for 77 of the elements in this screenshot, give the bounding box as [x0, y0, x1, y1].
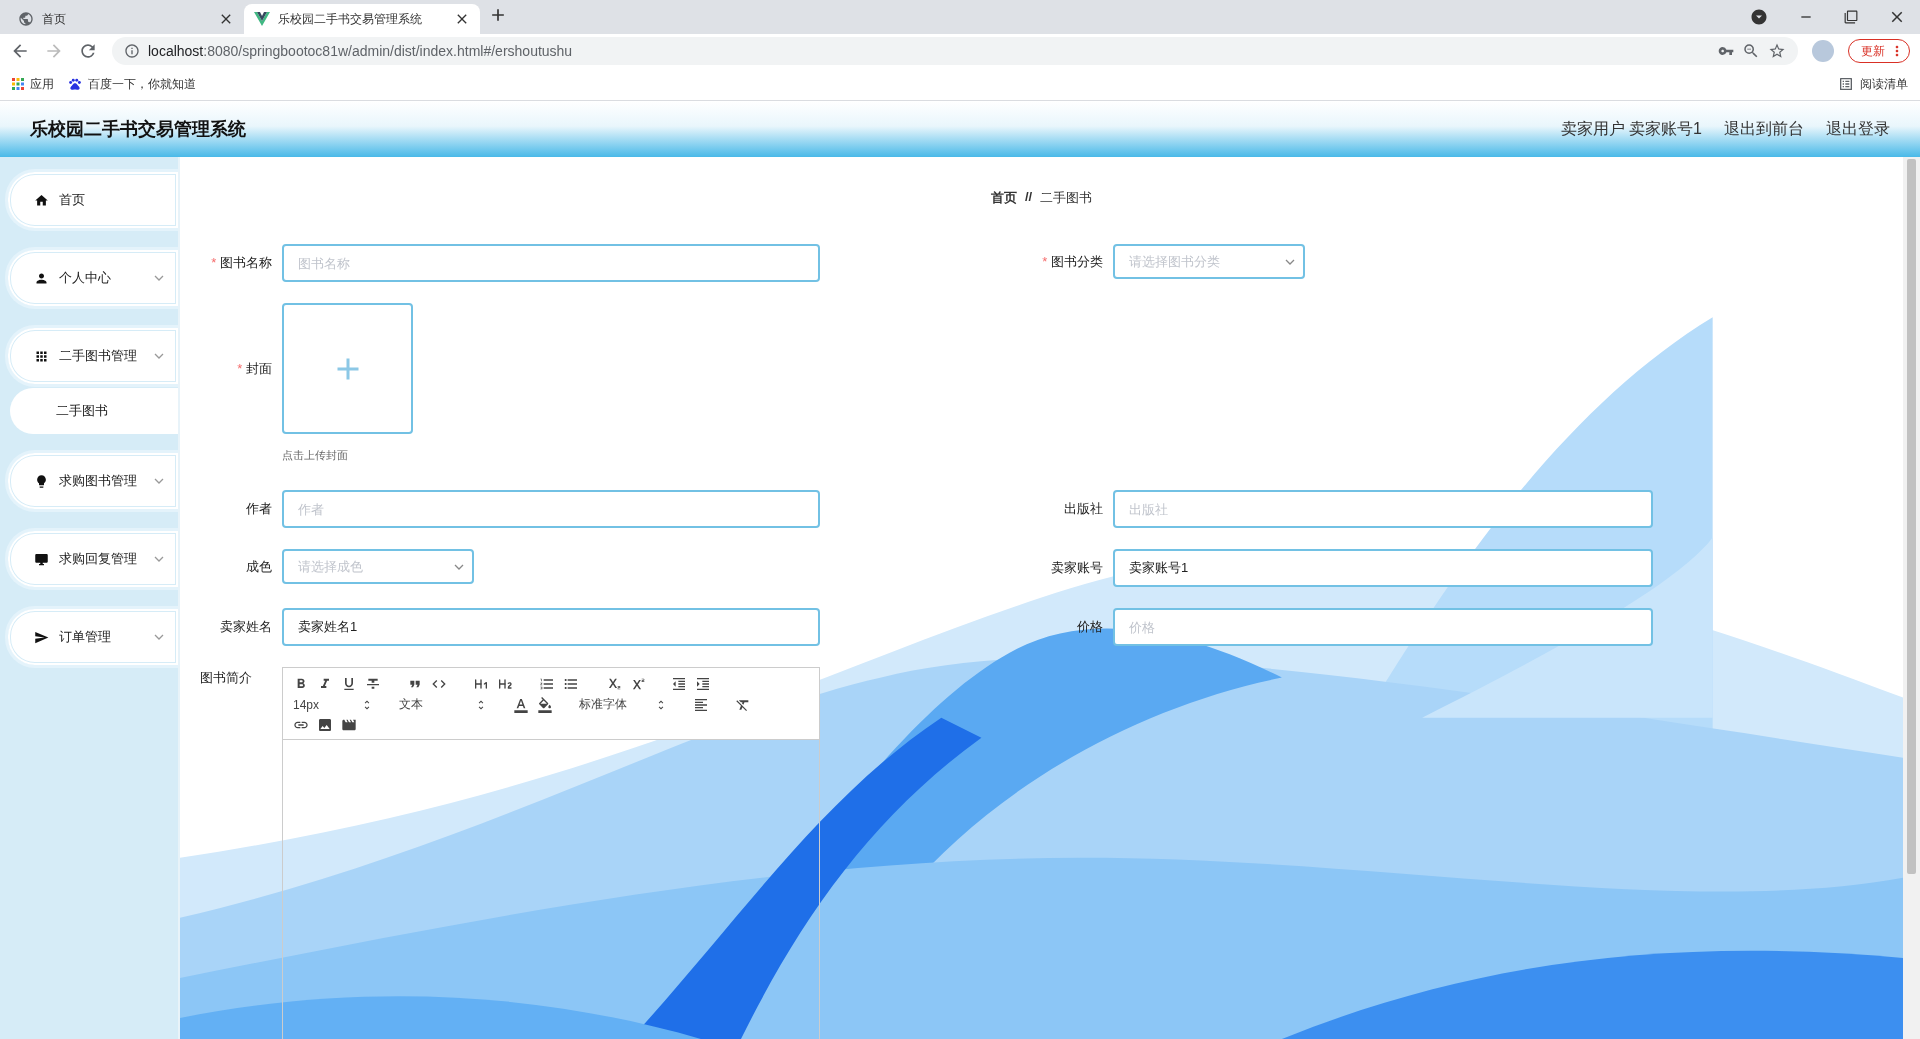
chevron-down-icon — [454, 563, 464, 570]
home-icon — [34, 192, 49, 208]
bullet-list-icon[interactable] — [563, 676, 579, 692]
input-field[interactable]: 图书名称 — [282, 244, 820, 282]
address-bar[interactable]: localhost:8080/springbootoc81w/admin/dist/index.html#/ershoutushu — [112, 37, 1798, 65]
send-icon — [34, 629, 49, 645]
upload-hint: 点击上传封面 — [282, 448, 349, 463]
field-label: 价格 — [1077, 618, 1103, 636]
font-size-picker[interactable]: 14px — [293, 697, 373, 712]
field-label: 出版社 — [1064, 500, 1103, 518]
background-color-icon[interactable] — [537, 696, 553, 713]
lightbulb-icon — [34, 473, 49, 489]
sidebar-item[interactable]: 求购回复管理 — [5, 528, 178, 590]
sidebar-item[interactable]: 二手图书管理 — [5, 325, 178, 387]
sidebar-item[interactable]: 首页 — [5, 169, 178, 231]
input-field[interactable]: 出版社 — [1113, 490, 1653, 528]
globe-icon — [18, 11, 34, 27]
breadcrumb-separator: // — [1024, 189, 1033, 206]
sidebar-subitem[interactable]: 二手图书 — [10, 388, 178, 434]
sidebar-item[interactable]: 求购图书管理 — [5, 450, 178, 512]
dropdown-icon[interactable] — [1750, 8, 1768, 26]
list-icon — [1838, 76, 1854, 92]
field-label: * 图书名称 — [211, 254, 272, 272]
align-left-icon[interactable] — [693, 696, 709, 713]
info-icon — [124, 43, 140, 59]
apps-icon — [12, 78, 24, 90]
heading-two-icon[interactable] — [497, 676, 513, 692]
paw-icon — [68, 77, 82, 91]
input-field[interactable]: 卖家姓名1 — [282, 608, 820, 646]
update-button[interactable]: 更新 — [1848, 39, 1910, 63]
chevron-down-icon — [154, 275, 164, 281]
zoom-out-icon[interactable] — [1742, 42, 1760, 60]
app-title: 乐校园二手书交易管理系统 — [30, 118, 246, 141]
field-label: * 封面 — [237, 359, 272, 378]
underline-icon[interactable] — [341, 676, 357, 692]
user-info: 卖家用户 卖家账号1 — [1560, 118, 1702, 139]
chevron-down-icon — [1285, 258, 1295, 265]
font-picker[interactable]: 标准字体 — [579, 696, 667, 713]
bookmark[interactable]: 百度一下，你就知道 — [68, 75, 196, 93]
sidebar-item[interactable]: 个人中心 — [5, 247, 178, 309]
bookmark[interactable]: 应用 — [12, 75, 54, 93]
chevron-down-icon — [154, 478, 164, 484]
outdent-icon[interactable] — [671, 676, 687, 692]
chevron-down-icon — [154, 556, 164, 562]
input-field[interactable]: 卖家账号1 — [1113, 549, 1653, 587]
reload-icon[interactable] — [78, 41, 98, 61]
chevron-down-icon — [154, 353, 164, 359]
input-field[interactable]: 价格 — [1113, 608, 1653, 646]
image-icon[interactable] — [317, 717, 333, 733]
field-label: 作者 — [246, 500, 272, 518]
sidebar-item[interactable]: 订单管理 — [5, 606, 178, 668]
indent-icon[interactable] — [695, 676, 711, 692]
reading-list-button[interactable]: 阅读清单 — [1838, 75, 1908, 93]
chevron-down-icon — [154, 634, 164, 640]
numbered-list-icon[interactable] — [539, 676, 555, 692]
rich-text-editor[interactable]: 14px 文本 标准字体 — [282, 667, 820, 1039]
input-field[interactable]: 作者 — [282, 490, 820, 528]
browser-tab[interactable]: 乐校园二手书交易管理系统 — [244, 4, 480, 34]
field-label: 成色 — [246, 557, 272, 576]
header-link[interactable]: 退出登录 — [1826, 118, 1890, 140]
field-label: 卖家账号 — [1051, 559, 1103, 577]
v-logo-icon — [254, 12, 270, 26]
text-color-icon[interactable] — [513, 696, 529, 713]
video-icon[interactable] — [341, 717, 357, 733]
field-label: * 图书分类 — [1042, 252, 1103, 271]
field-label: 图书简介 — [200, 669, 252, 687]
restore-icon[interactable] — [1844, 10, 1858, 24]
breadcrumb-item: 二手图书 — [1040, 189, 1093, 207]
strikethrough-icon[interactable] — [365, 676, 381, 692]
scrollbar[interactable] — [1903, 157, 1920, 1039]
header-link[interactable]: 退出到前台 — [1724, 118, 1804, 140]
star-icon[interactable] — [1768, 42, 1786, 60]
field-label: 卖家姓名 — [220, 618, 272, 636]
header-picker[interactable]: 文本 — [399, 696, 487, 713]
monitor-icon — [34, 551, 49, 567]
heading-one-icon[interactable] — [473, 676, 489, 692]
breadcrumb-item[interactable]: 首页 — [990, 189, 1017, 207]
